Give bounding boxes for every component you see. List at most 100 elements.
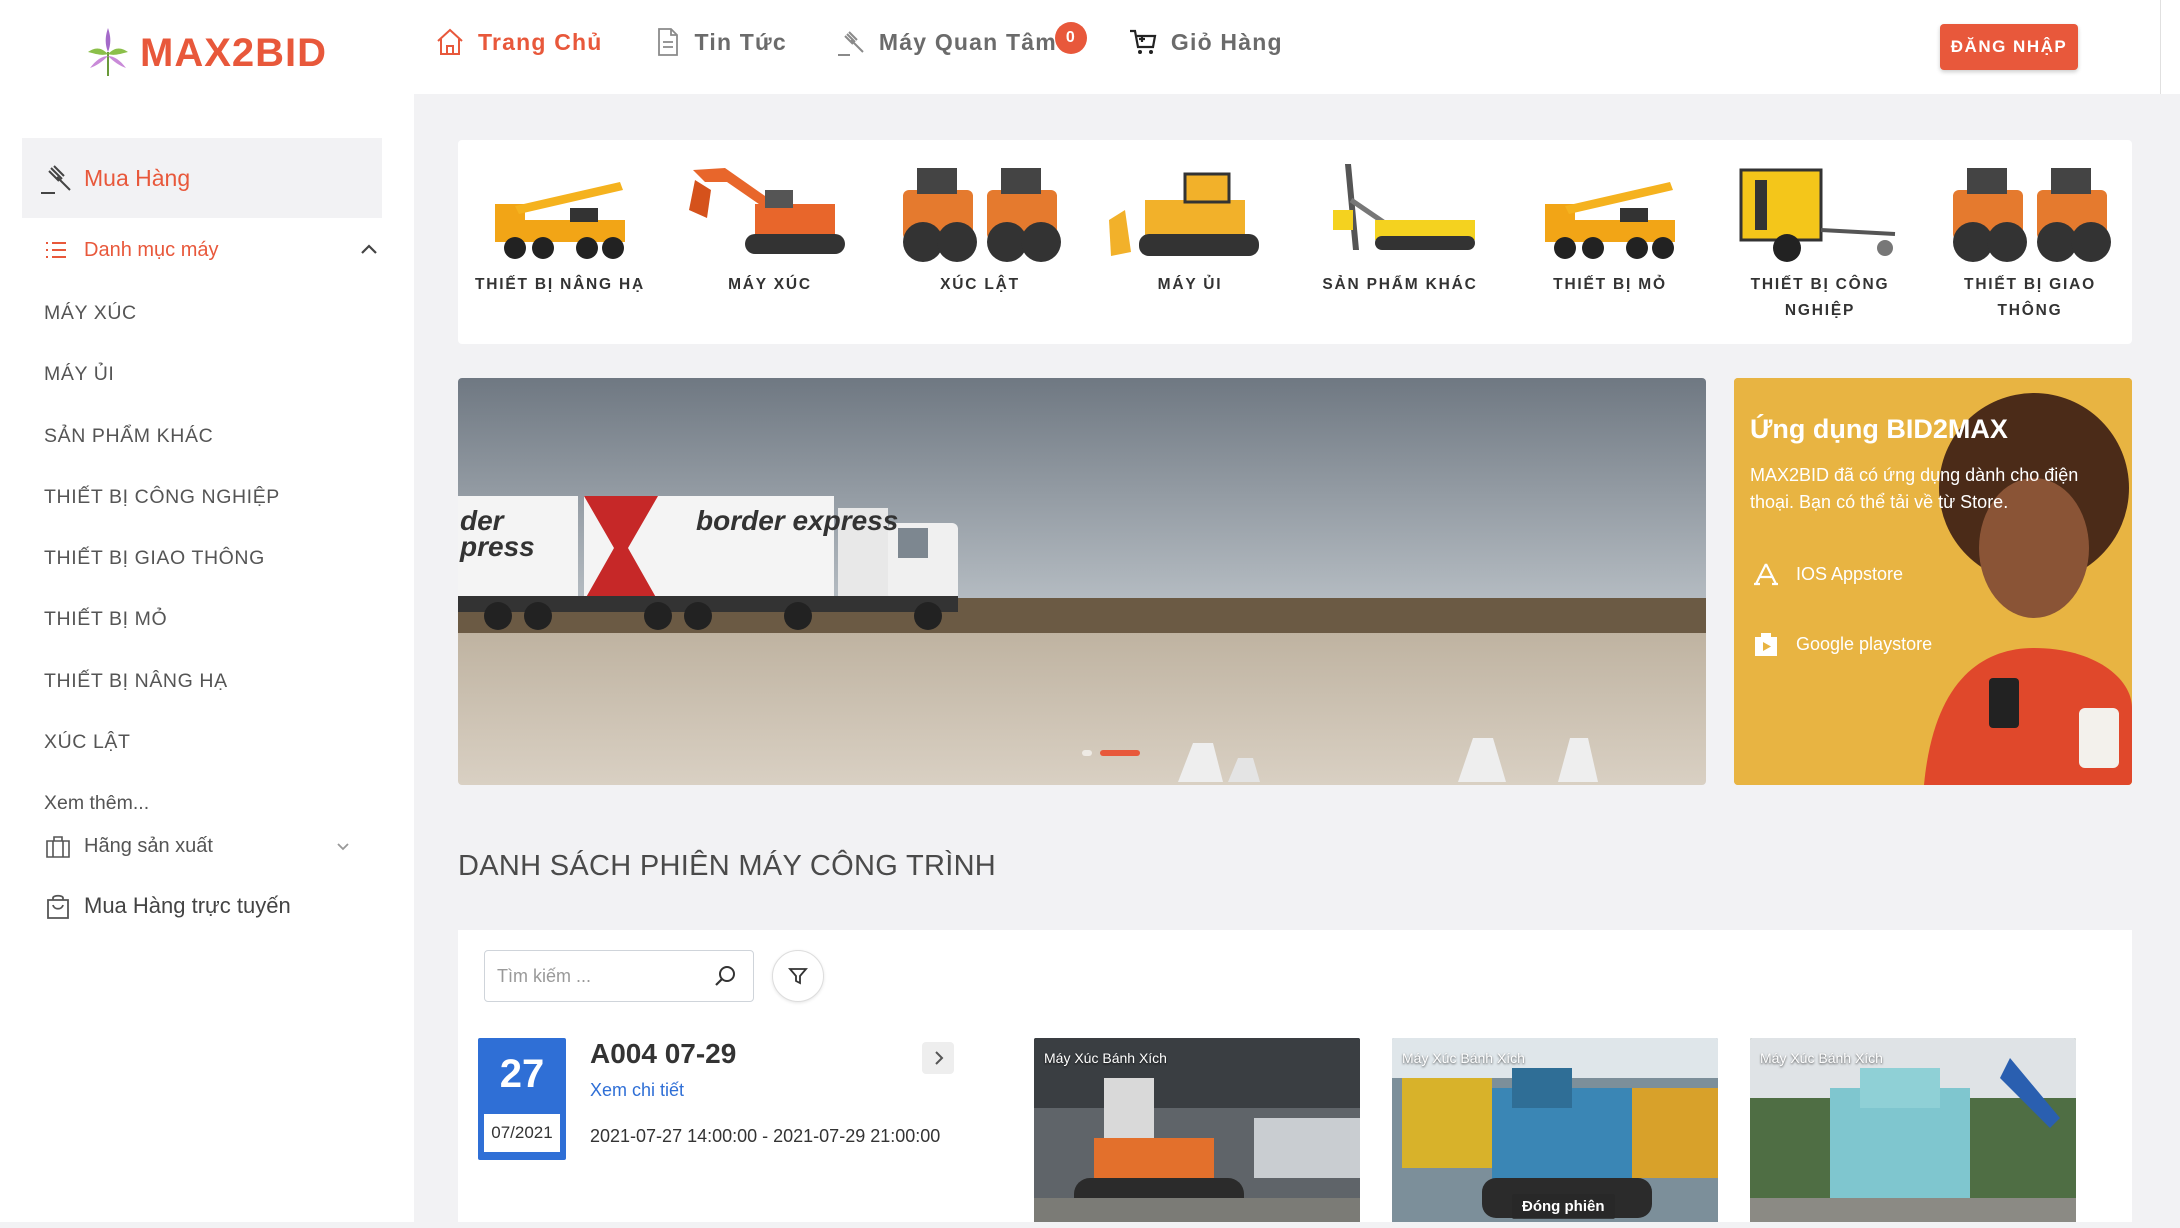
nav-cart-label: Giỏ Hàng — [1170, 28, 1283, 55]
truck-text-partial: der press — [460, 505, 535, 562]
nav-watchlist-label: Máy Quan Tâm — [878, 28, 1057, 55]
brand-name: MAX2BID — [140, 30, 328, 75]
promo-title: Ứng dụng BID2MAX — [1750, 414, 2008, 444]
playstore-bag-icon — [1755, 633, 1777, 656]
truck-text-brand: border express — [696, 505, 899, 536]
list-icon — [46, 242, 66, 258]
nav-cart[interactable]: Giỏ Hàng — [1127, 26, 1283, 58]
category-card-nang-ha-label: THIẾT BỊ NÂNG HẠ — [474, 276, 646, 293]
google-playstore-link[interactable]: Google playstore — [1750, 628, 1932, 660]
auction-list: 27 07/2021 A004 07-29 Xem chi tiết 2021-… — [458, 930, 2132, 1228]
sidebar-item-thiet-bi-cong-nghiep[interactable]: THIẾT BỊ CÔNG NGHIỆP — [44, 478, 280, 539]
auction-thumbnail[interactable]: Máy Xúc Bánh Xích Đóng phiên — [1392, 1038, 1718, 1228]
category-toggle[interactable]: Danh mục máy — [44, 230, 380, 270]
hero-banner[interactable]: border express der press — [458, 378, 1706, 785]
auction-thumbnail[interactable]: Máy Xúc Bánh Xích — [1034, 1038, 1360, 1228]
excavator-icon — [689, 168, 845, 254]
sidebar-item-thiet-bi-giao-thong[interactable]: THIẾT BỊ GIAO THÔNG — [44, 539, 280, 600]
appstore-icon — [1754, 563, 1778, 586]
search-icon[interactable] — [713, 963, 739, 989]
crane-truck-icon — [1545, 182, 1675, 259]
scrollbar[interactable] — [2160, 0, 2180, 94]
category-card-may-xuc[interactable]: MÁY XÚC — [680, 160, 860, 298]
category-card-thiet-bi-mo[interactable]: THIẾT BỊ MỎ — [1520, 160, 1700, 298]
manufacturer-label: Hãng sản xuất — [84, 834, 213, 857]
chevron-down-icon — [337, 843, 349, 851]
category-card-may-ui-label: MÁY ỦI — [1157, 276, 1223, 293]
sidebar-item-thiet-bi-nang-ha[interactable]: THIẾT BỊ NÂNG HẠ — [44, 662, 280, 723]
filter-button[interactable] — [772, 950, 824, 1002]
auction-thumbnail[interactable]: Máy Xúc Bánh Xích — [1750, 1038, 2076, 1228]
category-card-xuc-lat[interactable]: XÚC LẬT — [890, 160, 1070, 298]
search-box — [484, 950, 754, 1002]
roller-icon — [1953, 168, 2111, 262]
category-title: Danh mục máy — [84, 238, 219, 261]
bulldozer-icon — [1109, 172, 1259, 256]
sidebar-item-thiet-bi-mo[interactable]: THIẾT BỊ MỎ — [44, 600, 280, 661]
page-bottom-edge — [0, 1222, 2180, 1228]
cart-icon — [1129, 29, 1157, 54]
online-shopping-link[interactable]: Mua Hàng trực tuyến — [44, 892, 364, 920]
gavel-icon — [41, 165, 71, 194]
auction-section-title: DANH SÁCH PHIÊN MÁY CÔNG TRÌNH — [458, 850, 997, 882]
top-header: MAX2BID Trang Chủ Tin Tức Máy Quan Tâm 0… — [0, 0, 2180, 94]
session-month-year: 07/2021 — [484, 1114, 560, 1152]
category-card-san-pham-khac[interactable]: SẢN PHẨM KHÁC — [1310, 160, 1490, 298]
sidebar-heading-label: Mua Hàng — [84, 164, 191, 191]
crane-truck-icon — [495, 182, 625, 259]
sidebar: Mua Hàng Danh mục máy MÁY XÚC MÁY ỦI SẢN… — [0, 94, 414, 1228]
sidebar-item-san-pham-khac[interactable]: SẢN PHẨM KHÁC — [44, 417, 280, 478]
category-strip: THIẾT BỊ NÂNG HẠ MÁY XÚC XÚC LẬT MÁY ỦI — [458, 140, 2132, 344]
brand-logo[interactable]: MAX2BID — [84, 26, 327, 80]
manufacturer-toggle[interactable]: Hãng sản xuất — [44, 832, 364, 860]
thumbnail-caption: Máy Xúc Bánh Xích — [1044, 1050, 1167, 1066]
document-icon — [657, 28, 678, 56]
filter-icon — [788, 968, 808, 985]
promo-description: MAX2BID đã có ứng dụng dành cho điện tho… — [1750, 465, 2079, 512]
google-playstore-label: Google playstore — [1796, 633, 1933, 654]
session-next-button[interactable] — [922, 1042, 954, 1074]
generator-trailer-icon — [1739, 168, 1896, 262]
drill-rig-icon — [1333, 164, 1475, 250]
main-nav: Trang Chủ Tin Tức Máy Quan Tâm 0 Giỏ Hàn… — [434, 22, 1331, 58]
app-promo-card: Ứng dụng BID2MAX MAX2BID đã có ứng dụng … — [1734, 378, 2132, 785]
shopping-bag-icon — [47, 894, 69, 919]
closed-session-tag: Đóng phiên — [1512, 1194, 1615, 1219]
session-code: A004 07-29 — [590, 1038, 737, 1069]
session-detail-link[interactable]: Xem chi tiết — [590, 1080, 684, 1101]
ios-appstore-link[interactable]: IOS Appstore — [1750, 558, 1903, 590]
category-card-giao-thong[interactable]: THIẾT BỊ GIAO THÔNG — [1940, 160, 2120, 324]
session-date-badge: 27 07/2021 — [478, 1038, 566, 1160]
category-card-giao-thong-label: THIẾT BỊ GIAO THÔNG — [1964, 276, 2096, 319]
category-card-cong-nghiep[interactable]: THIẾT BỊ CÔNG NGHIỆP — [1730, 160, 1910, 324]
category-card-cong-nghiep-label: THIẾT BỊ CÔNG NGHIỆP — [1750, 276, 1890, 319]
thumbnail-caption: Máy Xúc Bánh Xích — [1402, 1050, 1525, 1066]
carousel-dot-active[interactable] — [1100, 750, 1140, 756]
truck-banner-image — [458, 378, 1706, 785]
ios-appstore-label: IOS Appstore — [1796, 563, 1904, 584]
search-input[interactable] — [497, 965, 697, 987]
watchlist-count-badge: 0 — [1054, 22, 1087, 54]
category-card-thiet-bi-mo-label: THIẾT BỊ MỎ — [1553, 276, 1667, 293]
nav-home[interactable]: Trang Chủ — [434, 26, 603, 58]
sidebar-item-may-ui[interactable]: MÁY ỦI — [44, 355, 280, 416]
carousel-dot[interactable] — [1082, 750, 1092, 756]
category-card-nang-ha[interactable]: THIẾT BỊ NÂNG HẠ — [470, 160, 650, 298]
category-card-may-xuc-label: MÁY XÚC — [728, 276, 812, 293]
nav-news[interactable]: Tin Tức — [651, 26, 787, 58]
nav-watchlist[interactable]: Máy Quan Tâm 0 — [835, 22, 1087, 58]
session-day: 27 — [499, 1052, 545, 1096]
category-list: MÁY XÚC MÁY ỦI SẢN PHẨM KHÁC THIẾT BỊ CÔ… — [44, 294, 280, 846]
sidebar-item-may-xuc[interactable]: MÁY XÚC — [44, 294, 280, 355]
briefcase-icon — [46, 836, 70, 858]
roller-icon — [903, 168, 1061, 262]
nav-news-label: Tin Tức — [694, 28, 787, 55]
sidebar-item-xuc-lat[interactable]: XÚC LẬT — [44, 723, 280, 784]
login-button[interactable]: ĐĂNG NHẬP — [1940, 24, 2078, 70]
excavator-photo — [1750, 1038, 2076, 1228]
chevron-right-icon — [935, 1051, 944, 1065]
excavator-photo — [1034, 1038, 1360, 1228]
sidebar-heading[interactable]: Mua Hàng — [22, 138, 382, 218]
category-card-may-ui[interactable]: MÁY ỦI — [1100, 160, 1280, 298]
category-card-san-pham-khac-label: SẢN PHẨM KHÁC — [1322, 276, 1478, 293]
